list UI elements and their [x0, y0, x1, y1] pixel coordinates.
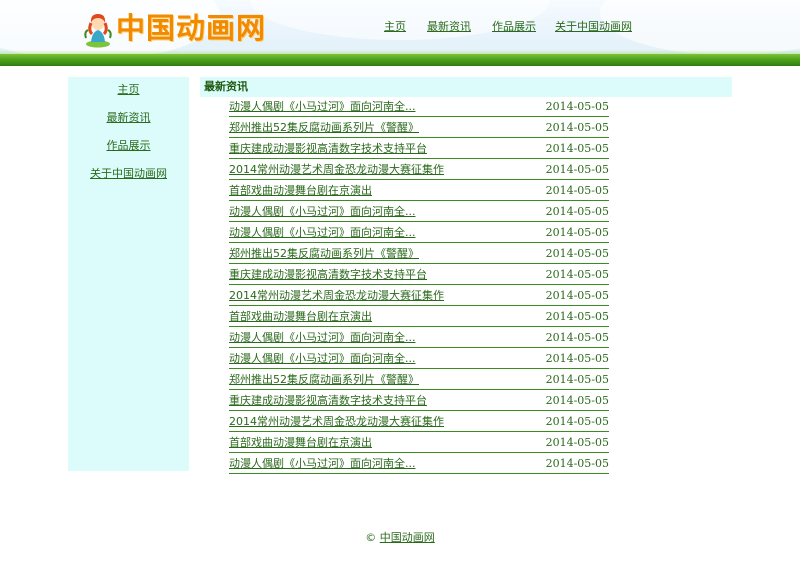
footer-site-link[interactable]: 中国动画网	[380, 531, 435, 544]
news-date: 2014-05-05	[545, 184, 609, 197]
news-date: 2014-05-05	[545, 394, 609, 407]
news-title-link[interactable]: 首部戏曲动漫舞台剧在京演出	[229, 183, 372, 199]
news-title-link[interactable]: 2014常州动漫艺术周金恐龙动漫大赛征集作	[229, 414, 444, 430]
nav-home[interactable]: 主页	[384, 18, 406, 36]
nav-latest-news[interactable]: 最新资讯	[427, 18, 471, 36]
nav-about[interactable]: 关于中国动画网	[555, 18, 632, 36]
news-date: 2014-05-05	[545, 142, 609, 155]
main-content: 最新资讯 动漫人偶剧《小马过河》面向河南全... 2014-05-05 郑州推出…	[200, 77, 732, 474]
news-item[interactable]: 首部戏曲动漫舞台剧在京演出 2014-05-05	[229, 307, 609, 327]
news-date: 2014-05-05	[545, 310, 609, 323]
news-date: 2014-05-05	[545, 163, 609, 176]
news-item[interactable]: 郑州推出52集反腐动画系列片《警醒》 2014-05-05	[229, 370, 609, 390]
news-title-link[interactable]: 首部戏曲动漫舞台剧在京演出	[229, 309, 372, 325]
news-title-link[interactable]: 郑州推出52集反腐动画系列片《警醒》	[229, 246, 419, 262]
news-item[interactable]: 郑州推出52集反腐动画系列片《警醒》 2014-05-05	[229, 244, 609, 264]
news-item[interactable]: 动漫人偶剧《小马过河》面向河南全... 2014-05-05	[229, 223, 609, 243]
news-title-link[interactable]: 重庆建成动漫影视高清数字技术支持平台	[229, 393, 427, 409]
news-date: 2014-05-05	[545, 289, 609, 302]
news-title-link[interactable]: 动漫人偶剧《小马过河》面向河南全...	[229, 99, 416, 115]
sidebar-item-home: 主页	[68, 82, 189, 98]
news-date: 2014-05-05	[545, 331, 609, 344]
logo-text: 中国动画网	[116, 11, 267, 45]
news-item[interactable]: 2014常州动漫艺术周金恐龙动漫大赛征集作 2014-05-05	[229, 160, 609, 180]
news-title-link[interactable]: 动漫人偶剧《小马过河》面向河南全...	[229, 330, 416, 346]
sidebar-link-home[interactable]: 主页	[118, 83, 140, 96]
news-title-link[interactable]: 动漫人偶剧《小马过河》面向河南全...	[229, 456, 416, 472]
copyright-symbol: ©	[365, 531, 377, 544]
news-item[interactable]: 动漫人偶剧《小马过河》面向河南全... 2014-05-05	[229, 97, 609, 117]
news-item[interactable]: 重庆建成动漫影视高清数字技术支持平台 2014-05-05	[229, 139, 609, 159]
sidebar-link-latest-news[interactable]: 最新资讯	[107, 111, 151, 124]
news-date: 2014-05-05	[545, 268, 609, 281]
news-title-link[interactable]: 动漫人偶剧《小马过河》面向河南全...	[229, 204, 416, 220]
header-green-band	[0, 54, 800, 66]
section-title: 最新资讯	[204, 80, 248, 93]
news-date: 2014-05-05	[545, 373, 609, 386]
news-item[interactable]: 首部戏曲动漫舞台剧在京演出 2014-05-05	[229, 433, 609, 453]
news-date: 2014-05-05	[545, 100, 609, 113]
news-item[interactable]: 动漫人偶剧《小马过河》面向河南全... 2014-05-05	[229, 328, 609, 348]
site-footer: © 中国动画网	[0, 530, 800, 548]
mascot-icon	[84, 14, 112, 48]
news-title-link[interactable]: 首部戏曲动漫舞台剧在京演出	[229, 435, 372, 451]
news-item[interactable]: 重庆建成动漫影视高清数字技术支持平台 2014-05-05	[229, 265, 609, 285]
sidebar-item-about: 关于中国动画网	[68, 166, 189, 182]
news-title-link[interactable]: 重庆建成动漫影视高清数字技术支持平台	[229, 267, 427, 283]
news-item[interactable]: 动漫人偶剧《小马过河》面向河南全... 2014-05-05	[229, 202, 609, 222]
news-title-link[interactable]: 动漫人偶剧《小马过河》面向河南全...	[229, 351, 416, 367]
news-date: 2014-05-05	[545, 415, 609, 428]
news-date: 2014-05-05	[545, 205, 609, 218]
sidebar-item-works: 作品展示	[68, 138, 189, 154]
news-date: 2014-05-05	[545, 247, 609, 260]
section-title-bar: 最新资讯	[200, 77, 732, 97]
news-title-link[interactable]: 2014常州动漫艺术周金恐龙动漫大赛征集作	[229, 288, 444, 304]
news-date: 2014-05-05	[545, 121, 609, 134]
news-title-link[interactable]: 重庆建成动漫影视高清数字技术支持平台	[229, 141, 427, 157]
news-item[interactable]: 动漫人偶剧《小马过河》面向河南全... 2014-05-05	[229, 349, 609, 369]
news-item[interactable]: 首部戏曲动漫舞台剧在京演出 2014-05-05	[229, 181, 609, 201]
news-date: 2014-05-05	[545, 436, 609, 449]
news-item[interactable]: 动漫人偶剧《小马过河》面向河南全... 2014-05-05	[229, 454, 609, 474]
news-date: 2014-05-05	[545, 352, 609, 365]
sidebar-link-about[interactable]: 关于中国动画网	[90, 167, 167, 180]
news-title-link[interactable]: 动漫人偶剧《小马过河》面向河南全...	[229, 225, 416, 241]
sidebar-item-latest-news: 最新资讯	[68, 110, 189, 126]
news-title-link[interactable]: 郑州推出52集反腐动画系列片《警醒》	[229, 372, 419, 388]
news-item[interactable]: 重庆建成动漫影视高清数字技术支持平台 2014-05-05	[229, 391, 609, 411]
news-item[interactable]: 2014常州动漫艺术周金恐龙动漫大赛征集作 2014-05-05	[229, 412, 609, 432]
news-date: 2014-05-05	[545, 457, 609, 470]
site-logo[interactable]: 中国动画网	[82, 6, 265, 50]
nav-works[interactable]: 作品展示	[492, 18, 536, 36]
news-title-link[interactable]: 2014常州动漫艺术周金恐龙动漫大赛征集作	[229, 162, 444, 178]
news-date: 2014-05-05	[545, 226, 609, 239]
news-item[interactable]: 2014常州动漫艺术周金恐龙动漫大赛征集作 2014-05-05	[229, 286, 609, 306]
news-title-link[interactable]: 郑州推出52集反腐动画系列片《警醒》	[229, 120, 419, 136]
site-header: 中国动画网 主页 最新资讯 作品展示 关于中国动画网	[0, 0, 800, 66]
news-item[interactable]: 郑州推出52集反腐动画系列片《警醒》 2014-05-05	[229, 118, 609, 138]
sidebar: 主页 最新资讯 作品展示 关于中国动画网	[68, 77, 189, 471]
sidebar-link-works[interactable]: 作品展示	[107, 139, 151, 152]
